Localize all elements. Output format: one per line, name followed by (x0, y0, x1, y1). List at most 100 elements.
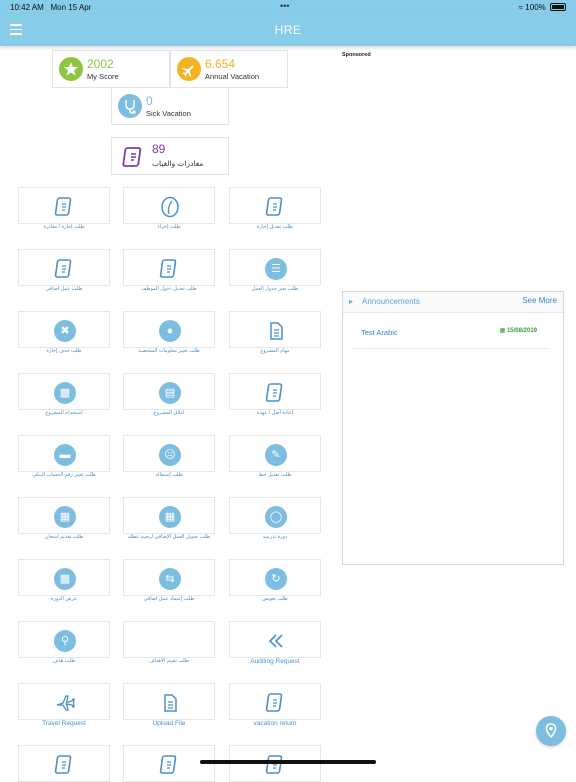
service-tile-label: طلب هدف (52, 658, 76, 664)
service-tile-label: طلب إستقالة (155, 472, 183, 478)
status-bar: 10:42 AM Mon 15 Apr ••• ≈ 100% (0, 0, 576, 14)
service-tile[interactable] (123, 249, 215, 286)
annual-label: Annual Vacation (205, 72, 260, 81)
sponsored-label: Sponsored (342, 52, 371, 58)
service-tile[interactable]: ▩ (18, 559, 110, 596)
notebook-icon (54, 754, 76, 776)
notebook-icon (265, 196, 287, 218)
notebook-icon (159, 258, 181, 280)
edit-icon: ✎ (265, 444, 287, 466)
airplane-icon (54, 692, 76, 714)
leaf-icon (159, 196, 181, 218)
service-tile[interactable] (18, 187, 110, 224)
announcements-panel: ▸ Announcements See More Test Arabic ▦ 1… (342, 291, 564, 565)
folder-icon: ▤ (159, 382, 181, 404)
service-tile-label: طلب تعديل خط (258, 472, 292, 478)
calendar-icon: ▦ (499, 328, 506, 334)
service-tile-label: طلب تعديل دخول الموظف (141, 286, 197, 292)
service-tile[interactable]: ↻ (229, 559, 321, 596)
service-tile-label: اغلاق المشروع (153, 410, 185, 416)
service-tile-label: طلب تعديل إجازة (257, 224, 293, 230)
service-tile-label: طلب تقييم الاهداف (149, 658, 189, 664)
service-tile-label: عرض الدورة (50, 596, 78, 602)
service-tile[interactable] (229, 311, 321, 348)
page-title: HRE (274, 23, 302, 37)
service-tile-label: طلب تغير جدول العمل (251, 286, 299, 292)
see-more-link[interactable]: See More (522, 296, 557, 305)
briefcase-icon: ▩ (54, 568, 76, 590)
service-tile[interactable]: ▤ (123, 373, 215, 410)
notebook-icon (159, 754, 181, 776)
announcement-item[interactable]: Test Arabic ▦ 15/08/2019 (353, 322, 549, 349)
location-pin-button[interactable] (536, 716, 566, 746)
wifi-icon: ≈ (518, 3, 524, 12)
service-tile[interactable] (229, 373, 321, 410)
service-tile[interactable] (123, 621, 215, 658)
service-tile-label: طلب إجازة / مغادرة (43, 224, 85, 230)
service-tile[interactable]: ◯ (229, 497, 321, 534)
lightbulb-icon: ◯ (265, 506, 287, 528)
service-tile-label: إعادة اصل / عهده (256, 410, 294, 416)
service-tile[interactable] (229, 621, 321, 658)
score-label: My Score (87, 72, 119, 81)
service-tile[interactable]: ☹ (123, 435, 215, 472)
service-tile-label: استخدام المشروع (45, 410, 83, 416)
battery-percent: 100% (525, 3, 546, 12)
status-right: ≈ 100% (519, 3, 566, 12)
notebook-icon (54, 196, 76, 218)
user-icon: ● (159, 320, 181, 342)
annual-vacation-card[interactable]: 6.654 Annual Vacation (170, 50, 288, 88)
service-tile[interactable] (18, 745, 110, 782)
service-tile[interactable]: ✖ (18, 311, 110, 348)
service-tile-label: دورة تدريبية (262, 534, 288, 540)
table-icon: ▦ (159, 506, 181, 528)
service-tile[interactable]: ⇆ (123, 559, 215, 596)
my-score-card[interactable]: 2002 My Score (52, 50, 170, 88)
service-tile[interactable]: ▦ (123, 497, 215, 534)
service-tile[interactable] (229, 187, 321, 224)
service-tile-label: طلب تغيير رقم الحساب البنكي (32, 472, 96, 478)
x-icon: ✖ (54, 320, 76, 342)
absence-card[interactable]: 89 مغادرات والغياب (111, 137, 229, 175)
score-value: 2002 (87, 57, 114, 71)
service-tile[interactable] (18, 683, 110, 720)
service-tile-label: vacation return (253, 720, 297, 727)
service-tile[interactable]: ▦ (18, 497, 110, 534)
service-tile[interactable] (123, 683, 215, 720)
service-tile-label: Upload File (152, 720, 186, 727)
announcements-header: ▸ Announcements See More (343, 292, 563, 313)
service-tile[interactable] (123, 187, 215, 224)
service-tile[interactable]: ▬ (18, 435, 110, 472)
status-time: 10:42 AM Mon 15 Apr (10, 3, 92, 12)
book-icon: ▩ (54, 382, 76, 404)
service-tile[interactable]: ✎ (229, 435, 321, 472)
service-tile-label: طلب تقديم امتحان (44, 534, 84, 540)
refresh-icon: ↻ (265, 568, 287, 590)
announcement-date: ▦ 15/08/2019 (499, 328, 537, 334)
absence-value: 89 (152, 142, 166, 156)
swap-icon: ⇆ (159, 568, 181, 590)
sad-face-icon: ☹ (159, 444, 181, 466)
document-icon (265, 320, 287, 342)
app-header: HRE (0, 14, 576, 46)
service-tile[interactable] (18, 249, 110, 286)
card-icon: ▬ (54, 444, 76, 466)
star-icon (59, 57, 83, 81)
service-tile[interactable] (229, 683, 321, 720)
announcements-title: Announcements (362, 297, 420, 306)
announcement-title: Test Arabic (361, 328, 398, 337)
service-tile-label: مهام المشروع (260, 348, 290, 354)
stethoscope-icon (118, 94, 142, 118)
service-tile[interactable]: ● (123, 311, 215, 348)
service-tile[interactable]: ⚲ (18, 621, 110, 658)
notebook-icon (122, 145, 146, 169)
sick-vacation-card[interactable]: 0 Sick Vacation (111, 87, 229, 125)
annual-value: 6.654 (205, 57, 236, 71)
service-tile-label: طلب حذف إجازة (46, 348, 82, 354)
service-tile-label: طلب إعتماد عمل اضافي (143, 596, 195, 602)
list-icon: ☰ (265, 258, 287, 280)
service-tile[interactable]: ☰ (229, 249, 321, 286)
service-tile[interactable]: ▩ (18, 373, 110, 410)
service-tile-label: طلب تحويل العمل الإضافي لرصيد عطلة (127, 534, 211, 540)
document-icon (159, 692, 181, 714)
